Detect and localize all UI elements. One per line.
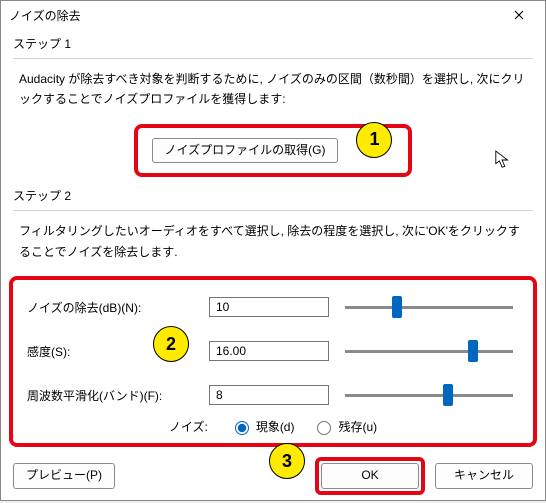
smoothing-row: 周波数平滑化(バンド)(F): [23,380,523,410]
radio-residual[interactable]: 残存(u) [312,418,377,435]
smoothing-label: 周波数平滑化(バンド)(F): [23,387,203,404]
noise-reduction-row: ノイズの除去(dB)(N): [23,292,523,322]
radio-residual-input[interactable] [317,421,331,435]
radio-reduce-input[interactable] [235,421,249,435]
annotation-box-1: ノイズプロファイルの取得(G) 1 [134,124,413,178]
noise-reduction-slider-wrap [335,304,523,311]
ok-button[interactable]: OK [321,463,419,489]
step2-group: ステップ 2 フィルタリングしたいオーディオをすべて選択し, 除去の程度を選択し… [13,187,533,447]
sensitivity-slider[interactable] [345,350,513,353]
step2-description: フィルタリングしたいオーディオをすべて選択し, 除去の程度を選択し, 次に'OK… [19,221,527,262]
cancel-button[interactable]: キャンセル [435,463,533,489]
title-bar: ノイズの除去 [1,1,545,29]
profile-button-row: ノイズプロファイルの取得(G) 1 [13,124,533,178]
smoothing-slider-wrap [335,392,523,399]
noise-mode-row: ノイズ: 現象(d) 残存(u) [23,418,523,435]
preview-button[interactable]: プレビュー(P) [13,463,115,489]
smoothing-input[interactable] [209,385,329,405]
annotation-box-2: 2 ノイズの除去(dB)(N): 感度(S): 周波数平滑化 [9,276,537,447]
step2-label: ステップ 2 [13,187,533,210]
close-button[interactable] [501,1,537,29]
dialog-content: ステップ 1 Audacity が除去すべき対象を判断するために, ノイズのみの… [1,29,545,503]
step1-label: ステップ 1 [13,35,533,58]
dialog-window: ノイズの除去 ステップ 1 Audacity が除去すべき対象を判断するために,… [0,0,546,501]
dialog-button-row: プレビュー(P) 3 OK キャンセル [13,457,533,495]
sensitivity-slider-wrap [335,348,523,355]
annotation-badge-3: 3 [269,443,305,479]
step1-description: Audacity が除去すべき対象を判断するために, ノイズのみの区間（数秒間）… [19,69,527,110]
noise-reduction-input[interactable] [209,297,329,317]
noise-mode-label: ノイズ: [169,418,208,435]
annotation-box-3: OK [315,457,425,495]
smoothing-slider[interactable] [345,394,513,397]
cursor-icon [494,150,512,170]
radio-reduce-label: 現象(d) [256,418,295,435]
annotation-badge-2: 2 [153,326,189,362]
noise-reduction-label: ノイズの除去(dB)(N): [23,299,203,316]
radio-reduce[interactable]: 現象(d) [230,418,295,435]
sensitivity-row: 感度(S): [23,336,523,366]
get-noise-profile-button[interactable]: ノイズプロファイルの取得(G) [152,138,339,164]
step1-separator [13,58,533,59]
step2-separator [13,210,533,211]
close-icon [514,10,524,20]
noise-reduction-slider[interactable] [345,306,513,309]
radio-residual-label: 残存(u) [338,418,377,435]
annotation-badge-1: 1 [356,122,392,158]
window-title: ノイズの除去 [9,7,501,24]
step1-group: ステップ 1 Audacity が除去すべき対象を判断するために, ノイズのみの… [13,35,533,177]
sensitivity-input[interactable] [209,341,329,361]
